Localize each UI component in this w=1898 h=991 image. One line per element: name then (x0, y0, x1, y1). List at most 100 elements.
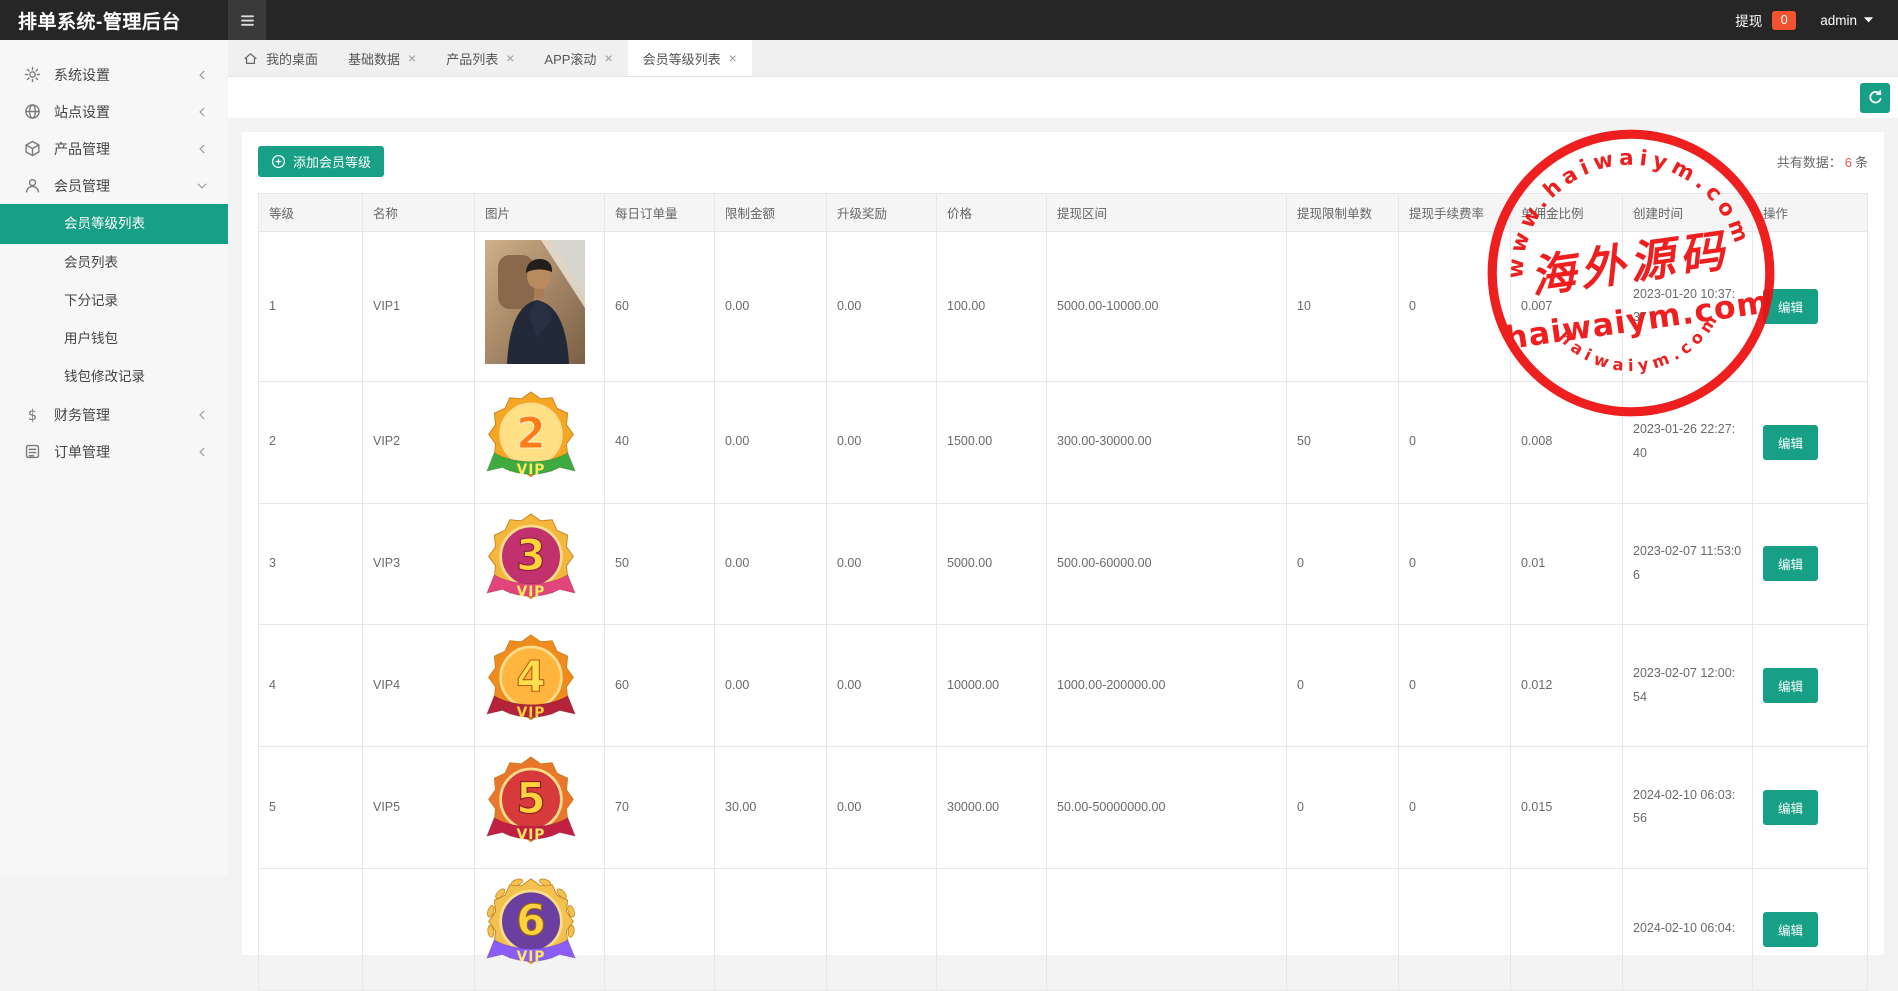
order-management-icon (24, 443, 41, 460)
column-header-level: 等级 (259, 194, 363, 232)
withdraw-link[interactable]: 提现 (1735, 10, 1762, 30)
tab-member-level-list[interactable]: 会员等级列表× (628, 40, 752, 76)
table-header-row: 添加会员等级 共有数据：6条 (258, 146, 1868, 177)
table-row: 3VIP33VIP500.000.005000.00500.00-60000.0… (259, 503, 1868, 625)
add-member-level-label: 添加会员等级 (293, 152, 371, 171)
chevron-left-icon (196, 69, 208, 81)
table-row: 2VIP22VIP400.000.001500.00300.00-30000.0… (259, 381, 1868, 503)
sidebar-toggle-button[interactable] (228, 0, 266, 40)
system-settings-icon (24, 66, 41, 83)
sidebar-item-member-management[interactable]: 会员管理 (0, 167, 228, 204)
column-header-image: 图片 (475, 194, 605, 232)
cell-image: 4 VIP (475, 625, 605, 747)
cell-level: 2 (259, 381, 363, 503)
table-row: 1VIP1600.000.00100.005000.00-10000.00100… (259, 232, 1868, 382)
refresh-icon (1867, 89, 1884, 106)
username: admin (1820, 13, 1857, 28)
cell-level (259, 868, 363, 990)
sidebar-item-order-management[interactable]: 订单管理 (0, 433, 228, 470)
cell-withdraw_fee_rate: 0 (1399, 625, 1511, 747)
edit-button[interactable]: 编辑 (1763, 668, 1818, 703)
column-header-upgrade_reward: 升级奖励 (827, 194, 937, 232)
edit-button[interactable]: 编辑 (1763, 546, 1818, 581)
svg-text:5: 5 (516, 774, 545, 823)
withdraw-count-badge: 0 (1772, 11, 1796, 30)
cell-withdraw_range: 50.00-50000000.00 (1047, 747, 1287, 869)
cell-commission_rate: 0.012 (1511, 625, 1623, 747)
count-number: 6 (1845, 155, 1852, 170)
cell-level: 3 (259, 503, 363, 625)
cell-withdraw_range: 300.00-30000.00 (1047, 381, 1287, 503)
cell-upgrade_reward: 0.00 (827, 625, 937, 747)
cell-created_at: 2024-02-10 06:03:56 (1623, 747, 1753, 869)
table-row: 5VIP55VIP7030.000.0030000.0050.00-500000… (259, 747, 1868, 869)
edit-button[interactable]: 编辑 (1763, 425, 1818, 460)
tab-app-scroll[interactable]: APP滚动× (529, 40, 627, 76)
cell-image: 2VIP (475, 381, 605, 503)
toolbar (228, 77, 1898, 118)
cell-limit_amount: 0.00 (715, 232, 827, 382)
tab-close-icon[interactable]: × (506, 51, 514, 65)
cell-withdraw_fee_rate: 0 (1399, 503, 1511, 625)
content-card: 添加会员等级 共有数据：6条 等级名称图片每日订单量限制金额升级奖励价格提现区间… (242, 132, 1884, 955)
user-menu[interactable]: admin (1820, 13, 1874, 28)
tab-close-icon[interactable]: × (729, 51, 737, 65)
tab-close-icon[interactable]: × (408, 51, 416, 65)
vip1-photo (485, 240, 585, 364)
chevron-left-icon (196, 446, 208, 458)
tab-bar: 我的桌面基础数据×产品列表×APP滚动×会员等级列表× (228, 40, 1898, 77)
svg-text:4: 4 (516, 652, 545, 701)
sidebar-item-member-level-list[interactable]: 会员等级列表 (0, 204, 228, 244)
cell-commission_rate: 0.01 (1511, 503, 1623, 625)
add-member-level-button[interactable]: 添加会员等级 (258, 146, 384, 177)
cell-withdraw_range: 5000.00-10000.00 (1047, 232, 1287, 382)
sidebar-item-site-settings[interactable]: 站点设置 (0, 93, 228, 130)
tab-label: 基础数据 (348, 49, 400, 68)
cell-name: VIP4 (363, 625, 475, 747)
sidebar-item-member-list[interactable]: 会员列表 (0, 244, 228, 282)
cell-commission_rate: 0.015 (1511, 747, 1623, 869)
chevron-left-icon (196, 143, 208, 155)
cell-limit_amount (715, 868, 827, 990)
sidebar-item-downscore-records[interactable]: 下分记录 (0, 282, 228, 320)
table-row: 6VIP2024-02-10 06:04:编辑 (259, 868, 1868, 990)
tab-basic-data[interactable]: 基础数据 × (333, 40, 431, 76)
cell-daily_orders: 50 (605, 503, 715, 625)
caret-down-icon (1863, 16, 1874, 24)
menu-icon (239, 12, 256, 29)
column-header-created_at: 创建时间 (1623, 194, 1753, 232)
sidebar-item-label: 订单管理 (54, 442, 183, 462)
svg-text:3: 3 (516, 531, 545, 580)
edit-button[interactable]: 编辑 (1763, 912, 1818, 947)
sidebar-item-product-management[interactable]: 产品管理 (0, 130, 228, 167)
sidebar-item-label: 产品管理 (54, 139, 183, 159)
cell-created_at: 2023-02-07 12:00:54 (1623, 625, 1753, 747)
sidebar-item-system-settings[interactable]: 系统设置 (0, 56, 228, 93)
svg-text:VIP: VIP (517, 705, 546, 721)
svg-text:VIP: VIP (517, 827, 546, 843)
sidebar-item-finance-management[interactable]: $财务管理 (0, 396, 228, 433)
sidebar-item-label: 站点设置 (54, 102, 183, 122)
cell-created_at: 2023-01-26 22:27:40 (1623, 381, 1753, 503)
tab-product-list[interactable]: 产品列表× (431, 40, 529, 76)
column-header-name: 名称 (363, 194, 475, 232)
cell-daily_orders: 60 (605, 232, 715, 382)
cell-limit_amount: 0.00 (715, 625, 827, 747)
vip5-badge: 5 VIP (485, 755, 577, 851)
cell-withdraw_limit_count (1287, 868, 1399, 990)
sidebar-item-user-wallet[interactable]: 用户钱包 (0, 320, 228, 358)
edit-button[interactable]: 编辑 (1763, 790, 1818, 825)
cell-action: 编辑 (1753, 381, 1868, 503)
cell-created_at: 2024-02-10 06:04: (1623, 868, 1753, 990)
cell-name: VIP1 (363, 232, 475, 382)
column-header-price: 价格 (937, 194, 1047, 232)
edit-button[interactable]: 编辑 (1763, 289, 1818, 324)
top-header: 排单系统-管理后台 提现 0 admin (0, 0, 1898, 40)
sidebar-item-wallet-change-records[interactable]: 钱包修改记录 (0, 358, 228, 396)
tab-close-icon[interactable]: × (604, 51, 612, 65)
cell-withdraw_fee_rate: 0 (1399, 232, 1511, 382)
refresh-button[interactable] (1860, 83, 1890, 113)
app-title: 排单系统-管理后台 (0, 7, 228, 34)
cell-image: 5 VIP (475, 747, 605, 869)
tab-my-desktop[interactable]: 我的桌面 (228, 40, 333, 76)
